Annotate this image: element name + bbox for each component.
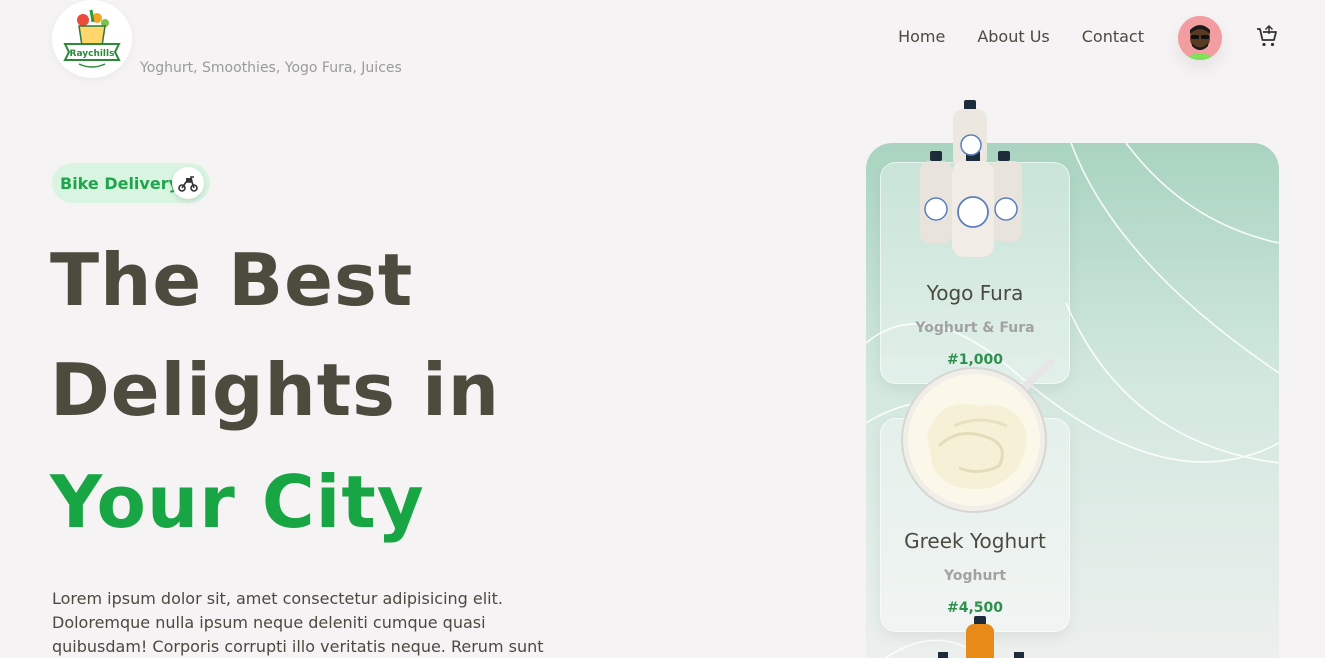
hero-heading-line-3: Your City [50, 460, 425, 544]
logo-text: Raychills [70, 49, 115, 59]
main-nav: Home About Us Contact [898, 27, 1144, 46]
delivery-badge: Bike Delivery [52, 163, 210, 203]
scooter-icon [172, 167, 204, 199]
product-name: Yogo Fura [926, 281, 1024, 305]
hero-description: Lorem ipsum dolor sit, amet consectetur … [52, 589, 544, 656]
nav-about-us[interactable]: About Us [977, 27, 1049, 46]
juice-bottles-image [930, 614, 1030, 658]
user-avatar[interactable] [1178, 16, 1222, 60]
nav-contact[interactable]: Contact [1082, 27, 1144, 46]
badge-label: Bike Delivery [60, 173, 180, 193]
hero-heading-line-1: The Best [50, 238, 414, 322]
yogo-fura-bottles-image [915, 99, 1027, 259]
brand-logo[interactable]: Raychills [52, 0, 132, 78]
product-subtitle: Yoghurt & Fura [915, 320, 1035, 336]
product-name: Greek Yoghurt [904, 529, 1046, 553]
nav-home[interactable]: Home [898, 27, 945, 46]
hero-heading-line-2: Delights in [50, 348, 501, 432]
tagline: Yoghurt, Smoothies, Yogo Fura, Juices [140, 60, 402, 76]
cart-icon[interactable] [1255, 24, 1279, 49]
greek-yoghurt-bowl-image [899, 356, 1059, 514]
product-subtitle: Yoghurt [943, 568, 1007, 584]
